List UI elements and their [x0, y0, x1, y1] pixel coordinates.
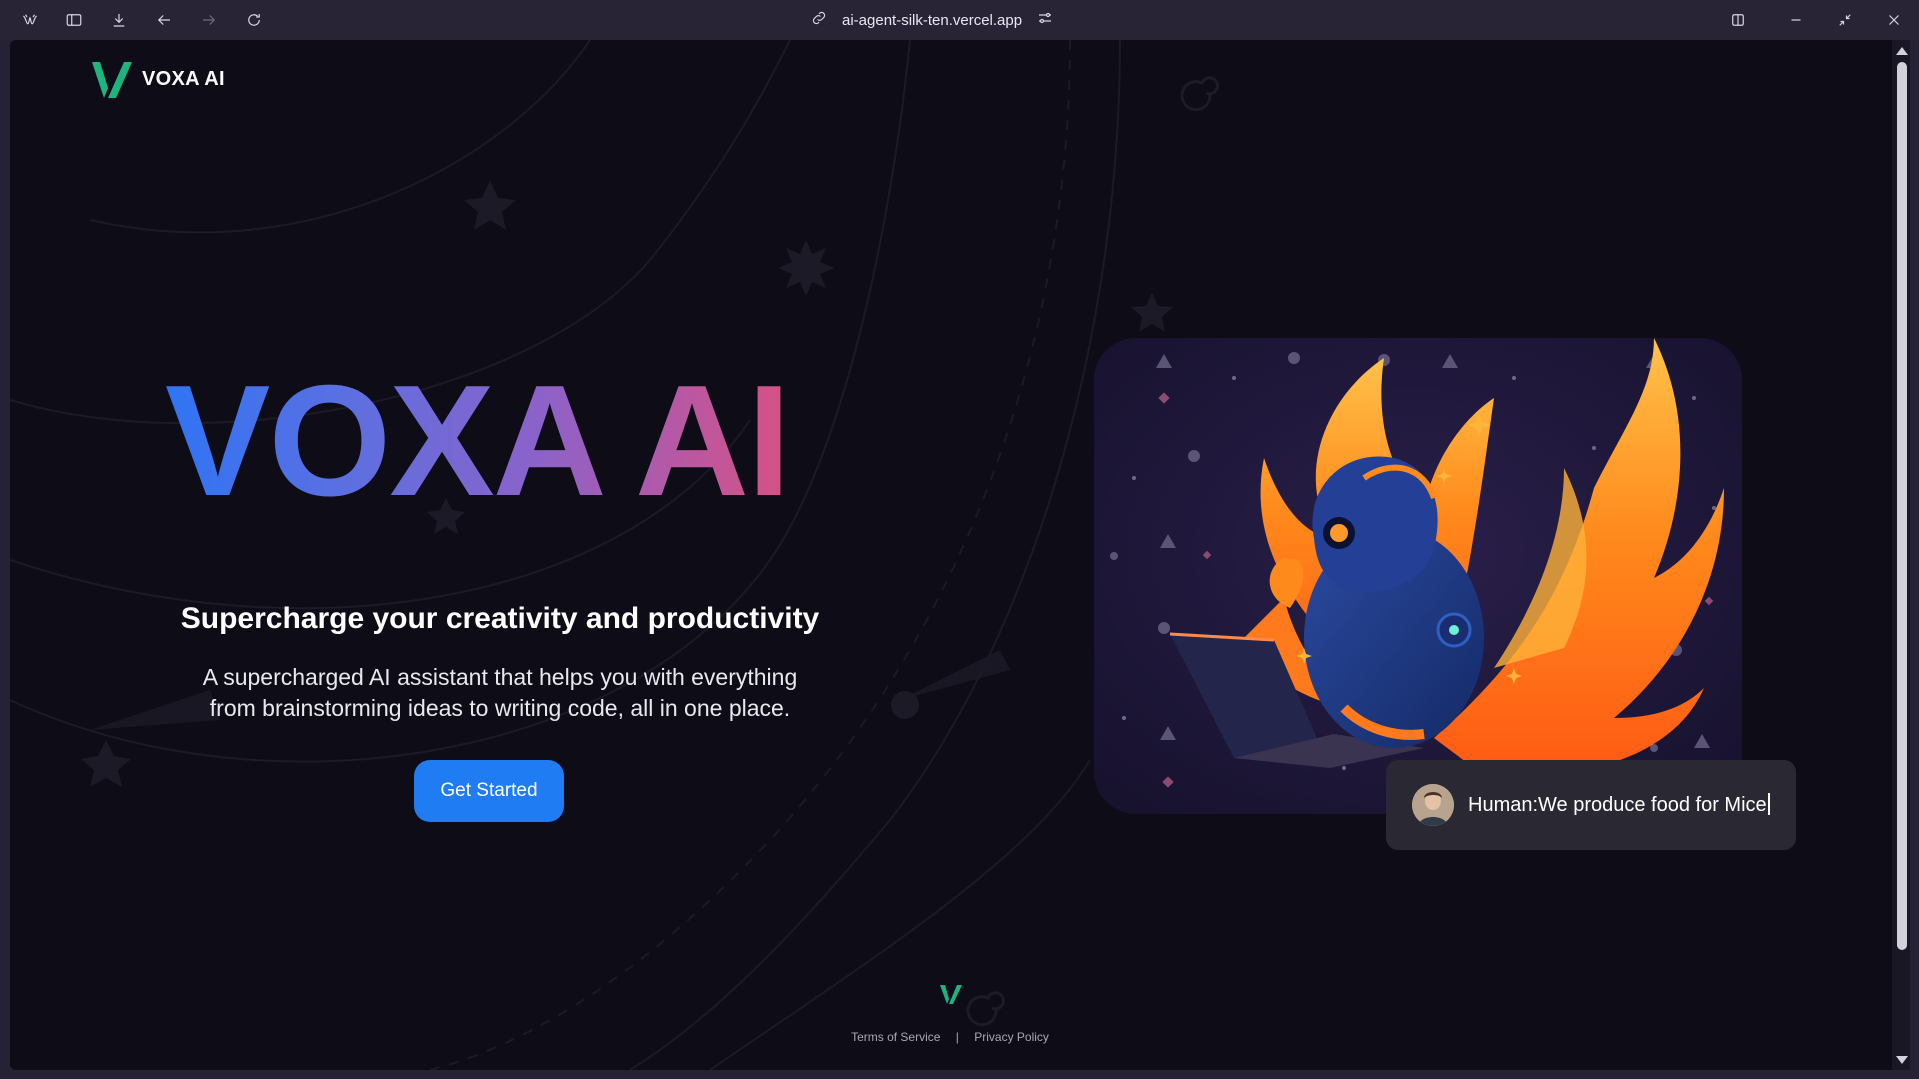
minimize-icon[interactable] — [1782, 6, 1810, 34]
address-bar[interactable]: ai-agent-silk-ten.vercel.app — [810, 6, 1054, 34]
chat-message: Human:We produce food for Mice — [1468, 793, 1770, 817]
url-text[interactable]: ai-agent-silk-ten.vercel.app — [842, 12, 1022, 29]
hero-title: VOXA AI — [165, 362, 845, 520]
typing-cursor — [1767, 793, 1770, 815]
hero-illustration — [1094, 338, 1742, 814]
close-icon[interactable] — [1880, 6, 1908, 34]
get-started-button[interactable]: Get Started — [414, 760, 564, 822]
voxa-logo-icon — [90, 58, 132, 100]
brand-name: VOXA AI — [142, 67, 225, 90]
chat-bubble: Human:We produce food for Mice — [1386, 760, 1796, 850]
scroll-down-icon[interactable] — [1896, 1056, 1908, 1064]
split-view-icon[interactable] — [1724, 6, 1752, 34]
footer-logo-icon — [939, 982, 963, 1006]
browser-toolbar: ai-agent-silk-ten.vercel.app — [0, 0, 1919, 40]
footer-links: Terms of Service | Privacy Policy — [710, 1030, 1190, 1044]
terms-link[interactable]: Terms of Service — [851, 1030, 940, 1044]
link-icon — [810, 9, 828, 31]
brand[interactable]: VOXA AI — [90, 58, 225, 100]
scrollbar-thumb[interactable] — [1897, 62, 1907, 950]
scrollbar[interactable] — [1892, 40, 1910, 1070]
privacy-link[interactable]: Privacy Policy — [974, 1030, 1049, 1044]
download-icon[interactable] — [105, 6, 133, 34]
scroll-up-icon[interactable] — [1896, 47, 1908, 55]
back-icon[interactable] — [150, 6, 178, 34]
reload-icon[interactable] — [240, 6, 268, 34]
sidebar-icon[interactable] — [60, 6, 88, 34]
site-settings-icon[interactable] — [1036, 9, 1054, 31]
chat-message-text: Human:We produce food for Mice — [1468, 794, 1767, 816]
hero-subtitle: Supercharge your creativity and producti… — [180, 602, 820, 635]
hero-description: A supercharged AI assistant that helps y… — [202, 664, 798, 721]
restore-icon[interactable] — [1831, 6, 1859, 34]
avatar — [1412, 784, 1454, 826]
page-viewport: VOXA AI VOXA AI Supercharge your creativ… — [10, 40, 1892, 1070]
forward-icon[interactable] — [195, 6, 223, 34]
browser-logo-icon[interactable] — [16, 6, 44, 34]
footer-separator: | — [955, 1030, 959, 1044]
